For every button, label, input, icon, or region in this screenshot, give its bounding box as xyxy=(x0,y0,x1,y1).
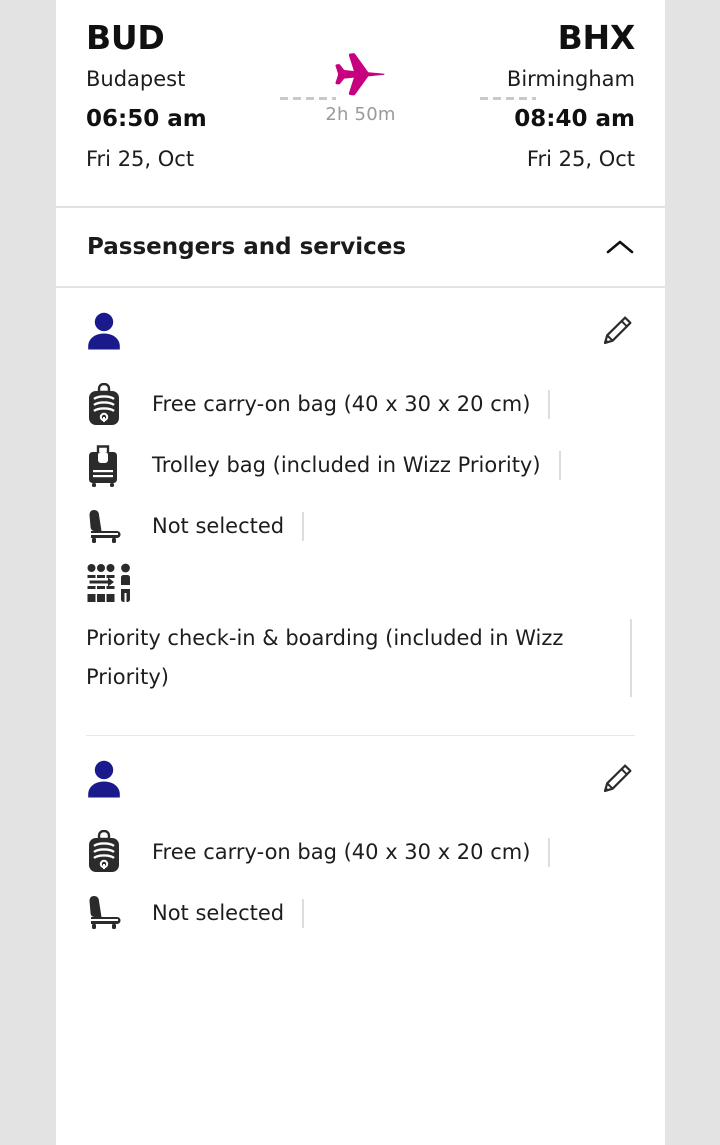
passengers-section-card: Passengers and services xyxy=(56,208,665,287)
passenger-header xyxy=(86,288,635,374)
person-icon xyxy=(88,312,120,350)
service-label: Not selected xyxy=(152,512,305,541)
passenger-header xyxy=(86,736,635,822)
passengers-section-title: Passengers and services xyxy=(87,234,407,260)
backpack-icon xyxy=(86,382,130,427)
passengers-body-card: Free carry-on bag (40 x 30 x 20 cm) Trol… xyxy=(56,288,665,1145)
flight-summary-row: BUD Budapest 06:50 am Fri 25, Oct 2h 50m… xyxy=(56,0,665,206)
trolley-bag-icon xyxy=(86,444,130,488)
pencil-icon[interactable] xyxy=(599,761,635,797)
destination-city: Birmingham xyxy=(506,66,635,91)
service-row: Free carry-on bag (40 x 30 x 20 cm) xyxy=(86,822,635,883)
chevron-up-icon[interactable] xyxy=(605,238,635,256)
passengers-section-toggle[interactable]: Passengers and services xyxy=(56,208,665,286)
destination-arrival-time: 08:40 am xyxy=(514,106,635,133)
pencil-icon[interactable] xyxy=(599,313,635,349)
service-row: Not selected xyxy=(86,883,635,944)
passenger-block: Free carry-on bag (40 x 30 x 20 cm) Not … xyxy=(56,736,665,944)
destination-airport-code: BHX xyxy=(557,18,636,57)
flight-summary-card: BUD Budapest 06:50 am Fri 25, Oct 2h 50m… xyxy=(56,0,665,207)
backpack-icon xyxy=(86,830,130,874)
passenger-block: Free carry-on bag (40 x 30 x 20 cm) Trol… xyxy=(56,288,665,736)
seat-icon xyxy=(86,505,130,549)
app-screen: BUD Budapest 06:50 am Fri 25, Oct 2h 50m… xyxy=(0,0,720,1145)
origin-departure-date: Fri 25, Oct xyxy=(86,146,195,171)
service-label: Trolley bag (included in Wizz Priority) xyxy=(152,451,561,480)
service-label: Free carry-on bag (40 x 30 x 20 cm) xyxy=(152,390,551,419)
service-row-priority: Priority check-in & boarding (included i… xyxy=(86,557,635,701)
service-label: Free carry-on bag (40 x 30 x 20 cm) xyxy=(152,837,551,867)
service-row: Free carry-on bag (40 x 30 x 20 cm) xyxy=(86,374,635,435)
destination-arrival-date: Fri 25, Oct xyxy=(526,146,635,171)
person-icon xyxy=(88,760,120,798)
service-label: Not selected xyxy=(152,898,305,928)
service-row: Not selected xyxy=(86,496,635,557)
seat-icon xyxy=(86,891,130,935)
priority-boarding-icon xyxy=(86,563,134,611)
service-label: Priority check-in & boarding (included i… xyxy=(86,619,632,697)
service-row: Trolley bag (included in Wizz Priority) xyxy=(86,435,635,496)
airplane-icon xyxy=(334,53,384,96)
flight-destination: BHX Birmingham 08:40 am Fri 25, Oct xyxy=(405,16,635,180)
